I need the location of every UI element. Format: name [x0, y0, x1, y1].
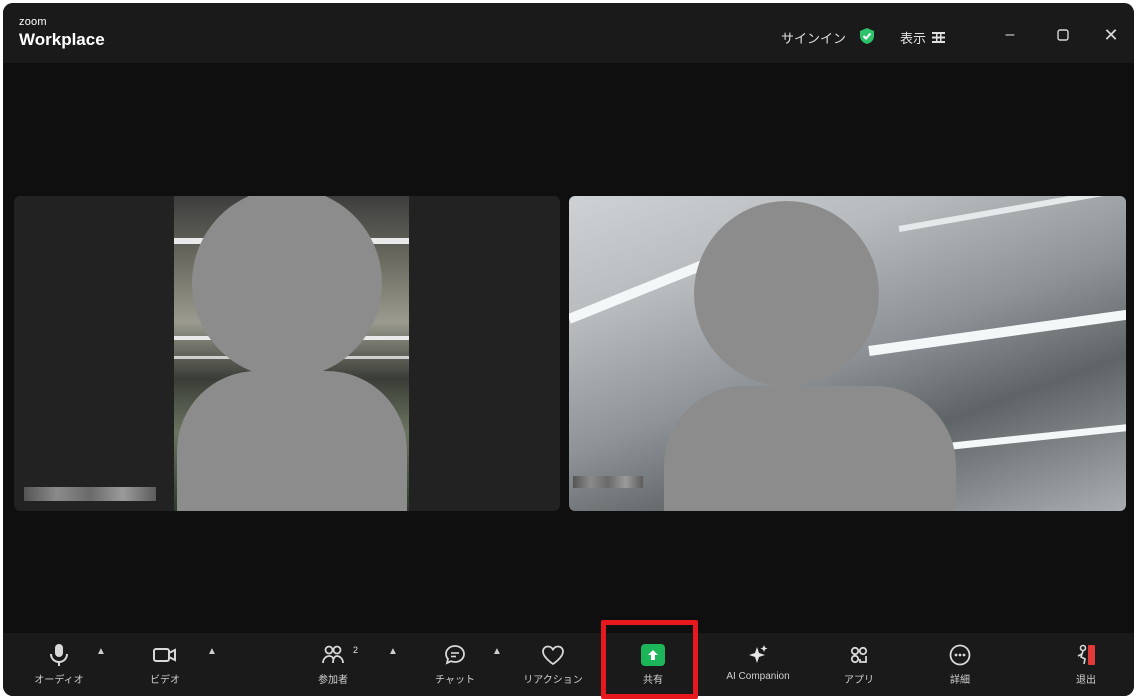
participant-avatar-body	[664, 386, 956, 511]
participants-button[interactable]: 参加者	[288, 641, 378, 693]
more-dots-icon	[949, 644, 971, 666]
zoom-meeting-window: zoom Workplace サインイン 表示 – ✕ オーディオ ▲ ビデオ …	[3, 3, 1134, 696]
apps-label: アプリ	[844, 675, 874, 686]
participant-avatar-head	[694, 201, 879, 386]
ai-companion-button[interactable]: AI Companion	[713, 641, 803, 693]
participants-label: 参加者	[318, 675, 348, 686]
view-button[interactable]: 表示	[900, 26, 946, 48]
share-button[interactable]: 共有	[608, 641, 698, 693]
logo-big-text: Workplace	[19, 30, 105, 49]
security-shield-icon[interactable]	[858, 27, 876, 45]
reaction-button[interactable]: リアクション	[508, 641, 598, 693]
participants-count-badge: 2	[353, 645, 359, 655]
audio-options-chevron-up-icon[interactable]: ▲	[94, 645, 108, 659]
leave-label: 退出	[1076, 675, 1096, 686]
apps-button[interactable]: アプリ	[814, 641, 904, 693]
participants-options-chevron-up-icon[interactable]: ▲	[386, 645, 400, 659]
video-stage	[3, 63, 1134, 633]
chat-options-chevron-up-icon[interactable]: ▲	[490, 645, 504, 659]
close-icon[interactable]: ✕	[1099, 23, 1123, 47]
more-button[interactable]: 詳細	[915, 641, 1005, 693]
video-options-chevron-up-icon[interactable]: ▲	[205, 645, 219, 659]
video-button[interactable]: ビデオ	[120, 641, 210, 693]
chat-bubble-icon	[445, 645, 465, 665]
view-label: 表示	[900, 30, 927, 46]
participant-tile[interactable]	[569, 196, 1126, 511]
participant-tile[interactable]	[14, 196, 560, 511]
share-label: 共有	[643, 675, 663, 686]
participant-avatar-body	[177, 371, 407, 511]
more-label: 詳細	[950, 675, 970, 686]
sparkle-icon	[749, 645, 768, 663]
audio-label: オーディオ	[34, 675, 84, 686]
leave-button[interactable]: 退出	[1041, 641, 1131, 693]
microphone-icon	[50, 644, 68, 666]
share-screen-icon	[641, 644, 665, 666]
video-camera-icon	[153, 648, 176, 662]
apps-icon	[850, 646, 868, 664]
maximize-icon[interactable]	[1051, 23, 1075, 47]
audio-button[interactable]: オーディオ	[14, 641, 104, 693]
participant-avatar-head	[192, 196, 382, 378]
logo-small-text: zoom	[19, 16, 47, 28]
video-label: ビデオ	[150, 675, 180, 686]
minimize-icon[interactable]: –	[998, 23, 1022, 47]
heart-icon	[542, 645, 564, 666]
meeting-toolbar: オーディオ ▲ ビデオ ▲ 参加者 2 ▲ チャット ▲ リアクション 共有 A…	[3, 633, 1134, 696]
chat-button[interactable]: チャット	[410, 641, 500, 693]
sign-in-link[interactable]: サインイン	[781, 28, 846, 47]
zoom-workplace-logo: zoom Workplace	[19, 16, 105, 49]
participant-name-tag	[573, 476, 643, 488]
grid-view-icon	[932, 31, 946, 43]
chat-label: チャット	[435, 675, 475, 686]
title-bar: zoom Workplace サインイン 表示 – ✕	[3, 3, 1134, 63]
participants-icon	[322, 645, 344, 664]
reaction-label: リアクション	[523, 675, 583, 686]
leave-door-icon	[1077, 644, 1095, 665]
ai-companion-label: AI Companion	[726, 671, 790, 682]
participant-name-tag	[24, 487, 156, 501]
